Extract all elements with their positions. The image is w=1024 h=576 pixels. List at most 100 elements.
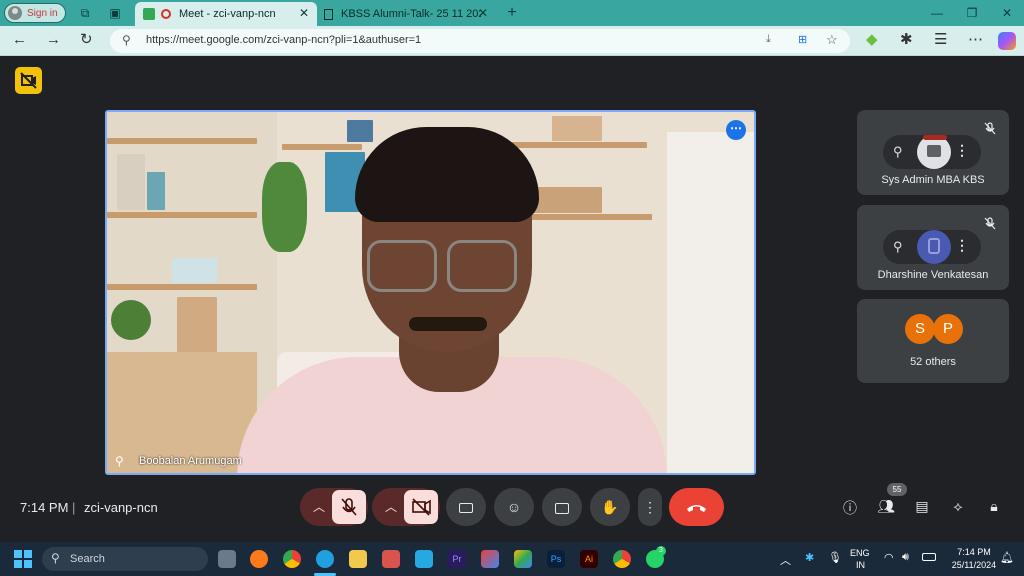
app-icon[interactable] <box>481 550 499 568</box>
avatar-icon <box>928 238 940 254</box>
chevron-up-icon[interactable]: ︿ <box>780 552 791 568</box>
avatar <box>917 135 951 169</box>
camera-off-icon <box>15 67 42 94</box>
forward-icon[interactable]: → <box>46 32 61 48</box>
illustrator-icon[interactable]: Ai <box>580 550 598 568</box>
app-icon[interactable] <box>514 550 532 568</box>
region-code: IN <box>856 560 865 570</box>
battery-icon[interactable] <box>922 553 936 561</box>
bluetooth-icon[interactable]: ✱ <box>805 551 814 564</box>
more-options-button[interactable]: ⋮ <box>638 488 662 526</box>
participant-tile[interactable]: ⚲ ⋮ Sys Admin MBA KBS <box>857 110 1009 195</box>
avatar: P <box>933 314 963 344</box>
minimize-icon[interactable]: — <box>930 6 944 20</box>
site-info-icon[interactable]: ⚲ <box>122 33 131 47</box>
extensions-icon[interactable]: ✱ <box>900 32 913 48</box>
download-icon[interactable]: ⤓ <box>766 33 771 46</box>
plant <box>262 162 307 252</box>
captions-icon <box>459 503 473 514</box>
meeting-info-icon[interactable]: ⓘ <box>840 498 860 518</box>
notification-bell-icon[interactable]: 🔔︎ <box>1000 551 1014 564</box>
tile-controls: ⚲ ⋮ <box>883 135 981 169</box>
shelf <box>107 138 257 144</box>
address-toolbar: ← → ↻ ⚲ https://meet.google.com/zci-vanp… <box>0 26 1024 56</box>
new-tab-icon[interactable]: + <box>505 5 519 21</box>
address-bar[interactable]: ⚲ https://meet.google.com/zci-vanp-ncn?p… <box>110 29 850 53</box>
muted-mic-icon <box>983 122 997 136</box>
more-menu-icon[interactable]: ⋯ <box>968 32 983 48</box>
pin-icon[interactable]: ⚲ <box>115 454 124 468</box>
volume-icon[interactable]: 🔊︎ <box>902 551 909 564</box>
participant-name: Sys Admin MBA KBS <box>881 174 985 186</box>
raise-hand-button[interactable]: ✋ <box>590 488 630 526</box>
camera-toggle-button[interactable] <box>404 490 438 524</box>
task-view-icon[interactable] <box>218 550 236 568</box>
pin-icon[interactable]: ⚲ <box>893 144 903 160</box>
divider: | <box>72 500 76 515</box>
photoshop-icon[interactable]: Ps <box>547 550 565 568</box>
tab-meet[interactable]: Meet - zci-vanp-ncn ✕ <box>135 2 317 26</box>
mustache <box>409 317 487 331</box>
people-icon[interactable]: 👥︎ <box>876 498 896 515</box>
reactions-button[interactable]: ☺ <box>494 488 534 526</box>
captions-button[interactable] <box>446 488 486 526</box>
shelf <box>107 284 257 290</box>
favorite-star-icon[interactable]: ☆ <box>826 32 838 48</box>
meeting-time: 7:14 PM <box>20 500 69 515</box>
others-tile[interactable]: S P 52 others <box>857 299 1009 383</box>
favorites-icon[interactable]: ☰ <box>934 32 947 48</box>
meeting-code: zci-vanp-ncn <box>84 500 158 515</box>
more-vert-icon[interactable]: ⋮ <box>955 237 969 254</box>
close-window-icon[interactable]: ✕ <box>1000 6 1014 20</box>
participant-name: Dharshine Venkatesan <box>877 269 989 281</box>
extension-icon[interactable]: ◆ <box>866 32 878 48</box>
taskbar-search-input[interactable]: ⚲ Search <box>42 547 208 571</box>
microphone-icon[interactable]: 🎙︎ <box>828 551 842 564</box>
close-tab-icon[interactable]: ✕ <box>299 6 309 20</box>
door <box>667 132 754 473</box>
file-explorer-icon[interactable] <box>349 550 367 568</box>
more-vert-icon[interactable]: ⋮ <box>955 142 969 159</box>
books <box>117 154 145 210</box>
restore-icon[interactable]: ❐ <box>965 6 979 20</box>
activities-icon[interactable]: ⟡ <box>948 498 968 515</box>
chevron-up-icon[interactable]: ︿ <box>313 498 325 515</box>
more-options-icon[interactable]: ⋯ <box>726 120 746 140</box>
tab-kbss[interactable]: KBSS Alumni-Talk- 25 11 2024-01 ✕ <box>318 2 496 26</box>
edge-icon[interactable] <box>316 550 334 568</box>
chrome-icon[interactable] <box>613 550 631 568</box>
chevron-up-icon[interactable]: ︿ <box>385 498 397 515</box>
main-video-tile[interactable]: ⋯ ⚲ Boobalan Arumugam <box>105 110 756 475</box>
glasses <box>367 240 437 292</box>
wifi-icon[interactable]: ◠ <box>884 551 894 564</box>
premiere-icon[interactable]: Pr <box>448 550 466 568</box>
emoji-icon: ☺ <box>506 499 522 515</box>
tab-title: Meet - zci-vanp-ncn <box>179 8 276 20</box>
clock-time[interactable]: 7:14 PM <box>948 547 1000 557</box>
close-tab-icon[interactable]: ✕ <box>478 6 488 20</box>
app-available-icon[interactable]: ⊞ <box>798 33 807 46</box>
chat-icon[interactable]: ▤ <box>912 498 932 515</box>
tab-actions-icon[interactable]: ▣ <box>108 6 122 20</box>
app-icon[interactable] <box>250 550 268 568</box>
mic-toggle-button[interactable] <box>332 490 366 524</box>
pin-icon[interactable]: ⚲ <box>893 239 903 255</box>
copilot-icon[interactable] <box>998 32 1016 50</box>
books <box>347 120 373 142</box>
refresh-icon[interactable]: ↻ <box>80 32 93 48</box>
windows-start-icon[interactable] <box>14 550 32 568</box>
language-code[interactable]: ENG <box>850 548 870 558</box>
chrome-icon[interactable] <box>283 550 301 568</box>
present-button[interactable] <box>542 488 582 526</box>
search-icon: ⚲ <box>51 551 60 565</box>
signin-button[interactable]: Sign in <box>4 3 66 23</box>
leave-call-button[interactable] <box>669 488 724 526</box>
host-controls-icon[interactable]: 🔒︎ <box>984 498 1004 515</box>
app-icon[interactable] <box>415 550 433 568</box>
back-icon[interactable]: ← <box>12 32 27 48</box>
participant-tile[interactable]: ⚲ ⋮ Dharshine Venkatesan <box>857 205 1009 290</box>
workspaces-icon[interactable]: ⧉ <box>78 6 92 20</box>
url-text: https://meet.google.com/zci-vanp-ncn?pli… <box>146 34 422 46</box>
app-icon[interactable] <box>382 550 400 568</box>
tile-controls: ⚲ ⋮ <box>883 230 981 264</box>
